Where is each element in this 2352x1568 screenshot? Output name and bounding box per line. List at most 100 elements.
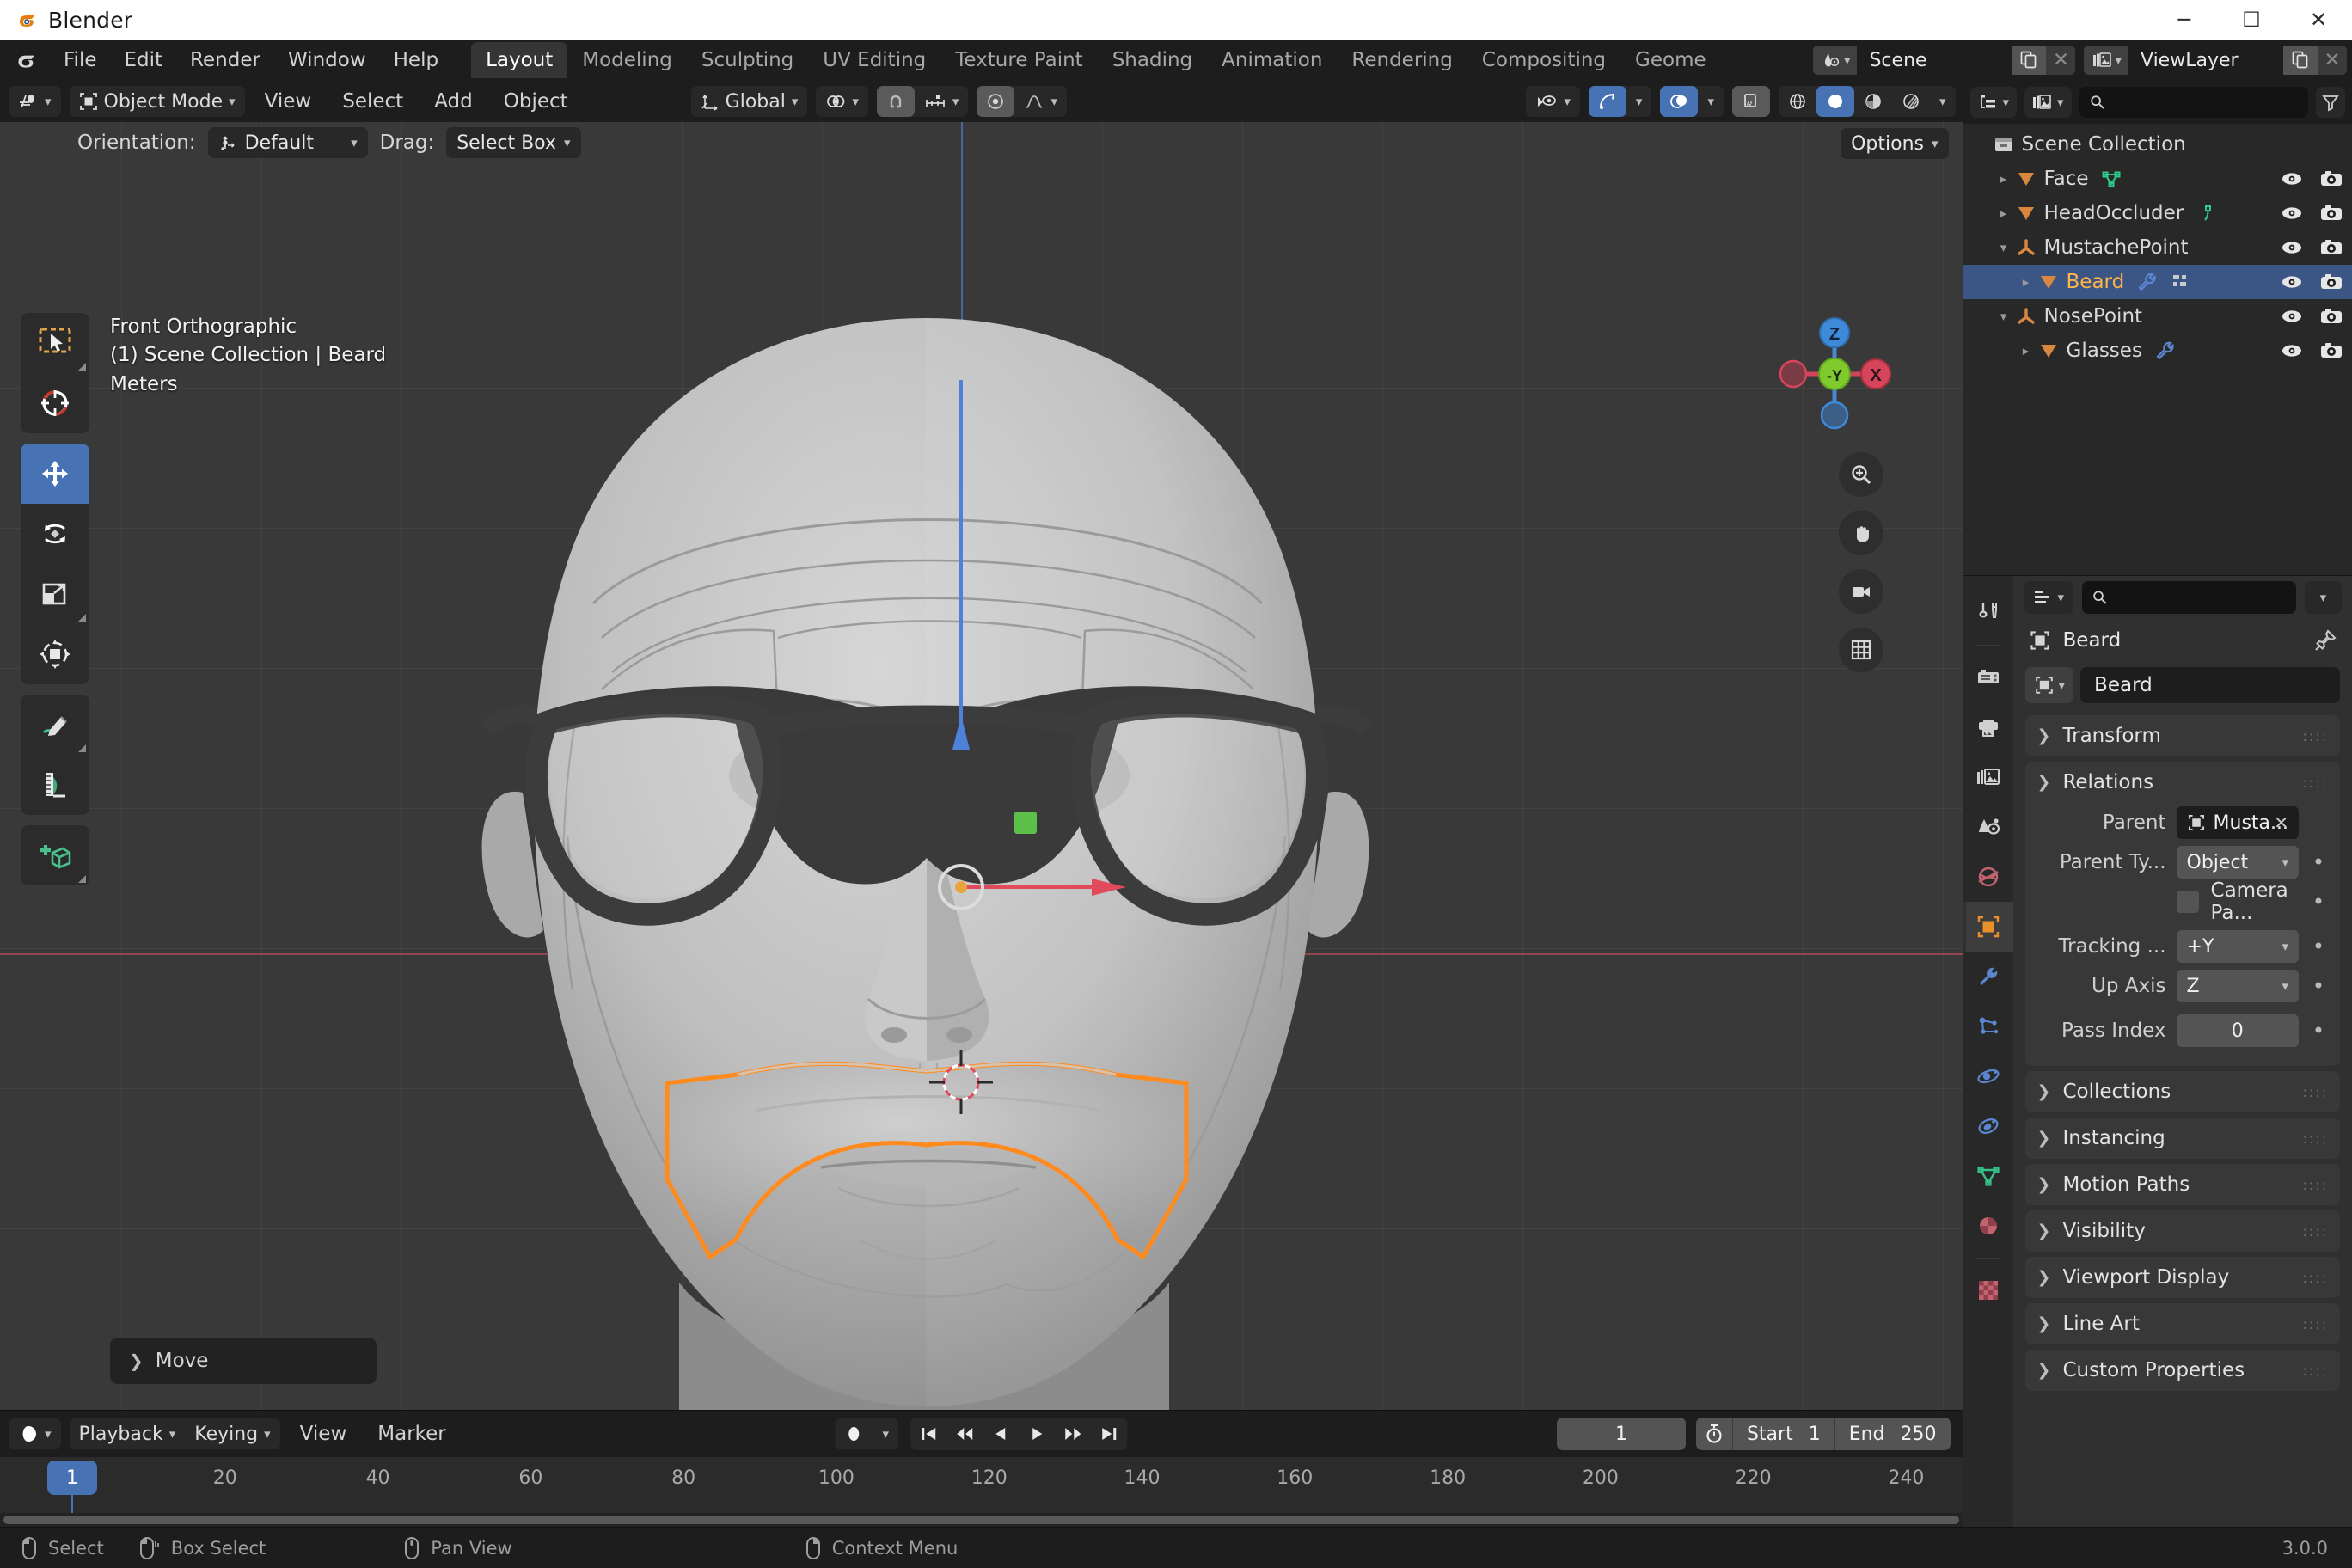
viewlayer-name[interactable]: ViewLayer: [2128, 46, 2283, 75]
magnet-icon[interactable]: [876, 86, 915, 117]
pass-index-field[interactable]: 0: [2176, 1014, 2299, 1047]
properties-options-chevron-down-icon[interactable]: ▾: [2304, 581, 2342, 614]
viewport-navigation-gizmo[interactable]: Z X -Y: [1770, 309, 1899, 438]
close-button[interactable]: ✕: [2285, 0, 2352, 40]
panel-line-art[interactable]: ❯ Line Art::::: [2024, 1303, 2340, 1344]
timeline-menu-view[interactable]: View: [289, 1418, 358, 1449]
editor-type-selector[interactable]: ▾: [9, 86, 61, 117]
pivot-point-selector[interactable]: ▾: [816, 86, 868, 117]
timeline-scrub-area[interactable]: 20 40 60 80 100 120 140 160 180 200 220 240 1: [0, 1457, 1963, 1527]
panel-custom-properties[interactable]: ❯ Custom Properties::::: [2024, 1350, 2340, 1391]
workspace-tab-layout[interactable]: Layout: [471, 42, 568, 78]
camera-parent-checkbox[interactable]: [2176, 891, 2199, 913]
timeline-menu-marker[interactable]: Marker: [366, 1418, 457, 1449]
visibility-eye-icon[interactable]: ▾: [1526, 86, 1580, 117]
viewport-menu-object[interactable]: Object: [493, 86, 579, 117]
viewport-menu-add[interactable]: Add: [423, 86, 484, 117]
disclosure-triangle-icon[interactable]: ▸: [2015, 274, 2037, 290]
camera-render-icon[interactable]: [2319, 307, 2343, 326]
panel-relations-header[interactable]: ❯ Relations ::::: [2025, 762, 2340, 803]
proportional-edit-icon[interactable]: [977, 86, 1015, 117]
panel-instancing[interactable]: ❯ Instancing::::: [2024, 1118, 2340, 1159]
camera-parent-anim-dot[interactable]: •: [2309, 890, 2328, 914]
physics-orbit-icon[interactable]: [1963, 1051, 2013, 1101]
material-sphere-icon[interactable]: [1963, 1201, 2013, 1251]
timeline-editor-icon[interactable]: ▾: [9, 1418, 61, 1449]
playhead[interactable]: 1: [47, 1461, 97, 1495]
proportional-edit-group[interactable]: ▾: [977, 86, 1067, 117]
pivot-point-icon[interactable]: ▾: [816, 86, 868, 117]
workspace-tab-modeling[interactable]: Modeling: [567, 42, 687, 78]
workspace-tab-uv-editing[interactable]: UV Editing: [808, 42, 940, 78]
tool-screwdriver-wrench-icon[interactable]: [1963, 588, 2013, 638]
annotate-tool-button[interactable]: [21, 695, 89, 755]
blender-menu-icon[interactable]: [12, 47, 38, 73]
outliner-display-mode-icon[interactable]: ▾: [1969, 87, 2018, 118]
gizmo-group[interactable]: ▾: [1588, 86, 1652, 117]
object-id-type-icon[interactable]: ▾: [2024, 667, 2074, 703]
snap-target-selector[interactable]: ▾: [915, 86, 969, 117]
overlays-options-chevron-down-icon[interactable]: ▾: [1698, 86, 1724, 117]
constraint-icon[interactable]: [1963, 1101, 2013, 1151]
world-globe-icon[interactable]: [1963, 852, 2013, 902]
panel-header[interactable]: ❯ Motion Paths::::: [2025, 1164, 2340, 1205]
disclosure-triangle-icon[interactable]: ▾: [1993, 309, 2015, 324]
scene-icon[interactable]: ▾: [1812, 46, 1858, 75]
measure-tool-button[interactable]: [21, 755, 89, 815]
outliner-row-glasses[interactable]: ▸ Glasses: [1963, 334, 2352, 368]
panel-transform-header[interactable]: ❯ Transform ::::: [2025, 715, 2340, 756]
scene-selector[interactable]: ▾ Scene ✕: [1812, 46, 2076, 75]
particles-icon[interactable]: [1963, 1001, 2013, 1051]
outliner-row-mustachepoint[interactable]: ▾ MustachePoint: [1963, 230, 2352, 265]
xray-icon[interactable]: [1731, 86, 1770, 117]
scene-new-button[interactable]: [2012, 46, 2047, 75]
outliner-row-beard[interactable]: ▸ Beard: [1963, 265, 2352, 299]
outliner-row-nosepoint[interactable]: ▾ NosePoint: [1963, 299, 2352, 334]
outliner-search-field[interactable]: [2113, 92, 2298, 113]
panel-header[interactable]: ❯ Visibility::::: [2025, 1210, 2340, 1252]
camera-render-icon[interactable]: [2319, 273, 2343, 291]
disclosure-triangle-icon[interactable]: ▸: [1993, 171, 2015, 187]
rotate-tool-button[interactable]: [21, 504, 89, 564]
gizmo-options-chevron-down-icon[interactable]: ▾: [1626, 86, 1652, 117]
transform-orientation-button[interactable]: Global ▾: [691, 86, 808, 117]
pan-hand-icon[interactable]: [1838, 511, 1883, 555]
panel-header[interactable]: ❯ Line Art::::: [2025, 1303, 2340, 1344]
overlays-icon[interactable]: [1660, 86, 1699, 117]
mesh-data-green-icon[interactable]: [1963, 1151, 2013, 1201]
viewlayer-remove-button[interactable]: ✕: [2318, 46, 2347, 75]
viewport-options-button[interactable]: Options ▾: [1841, 128, 1949, 159]
camera-render-icon[interactable]: [2319, 341, 2343, 360]
parent-type-dropdown[interactable]: Object ▾: [2176, 846, 2299, 879]
view-layer-images-icon[interactable]: [1963, 752, 2013, 802]
viewport-menu-view[interactable]: View: [254, 86, 323, 117]
viewport-canvas[interactable]: Orientation: Default ▾ Drag: Select Box …: [0, 122, 1963, 1410]
panel-header[interactable]: ❯ Custom Properties::::: [2025, 1350, 2340, 1391]
scene-unlink-button[interactable]: ✕: [2046, 46, 2076, 75]
panel-viewport-display[interactable]: ❯ Viewport Display::::: [2024, 1257, 2340, 1298]
shading-options-chevron-down-icon[interactable]: ▾: [1930, 86, 1956, 117]
panel-transform[interactable]: ❯ Transform ::::: [2024, 715, 2340, 756]
timeline-menu-keying[interactable]: Keying ▾: [185, 1418, 279, 1449]
xray-group[interactable]: [1731, 86, 1770, 117]
eye-visibility-icon[interactable]: [2280, 273, 2304, 291]
outliner-row-headoccluder[interactable]: ▸ HeadOccluder: [1963, 196, 2352, 230]
outliner-filter-id-icon[interactable]: ▾: [2024, 87, 2072, 118]
move-tool-button[interactable]: [21, 444, 89, 504]
mode-selector[interactable]: Object Mode ▾: [69, 86, 245, 117]
outliner-row-face[interactable]: ▸ Face: [1963, 162, 2352, 196]
prev-keyframe-icon[interactable]: [946, 1418, 983, 1450]
workspace-tab-sculpting[interactable]: Sculpting: [687, 42, 808, 78]
workspace-tab-rendering[interactable]: Rendering: [1337, 42, 1467, 78]
eye-visibility-icon[interactable]: [2280, 307, 2304, 326]
camera-icon[interactable]: [1838, 569, 1883, 614]
parent-field[interactable]: Musta... ✕: [2176, 806, 2299, 839]
tracking-axis-dropdown[interactable]: +Y ▾: [2176, 930, 2299, 963]
timeline-editor-type-selector[interactable]: ▾: [9, 1418, 61, 1449]
object-mode-button[interactable]: Object Mode ▾: [70, 86, 245, 117]
smooth-falloff-icon[interactable]: ▾: [1014, 86, 1067, 117]
play-reverse-icon[interactable]: [983, 1418, 1019, 1450]
minimize-button[interactable]: ─: [2151, 0, 2218, 40]
panel-header[interactable]: ❯ Collections::::: [2025, 1071, 2340, 1112]
shading-rendered-icon[interactable]: [1892, 86, 1930, 117]
